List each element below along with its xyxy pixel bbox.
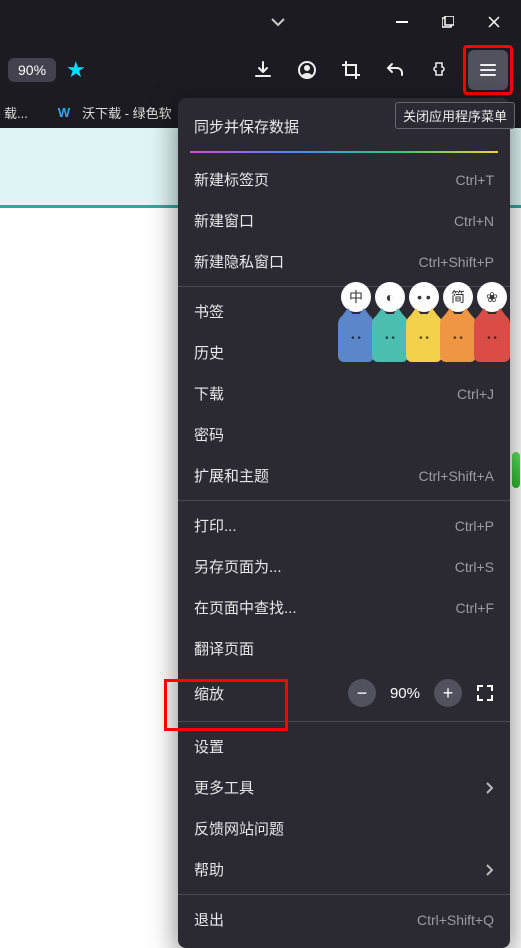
download-icon — [253, 60, 273, 80]
zoom-in-button[interactable]: + — [434, 679, 462, 707]
app-menu-button-highlight — [463, 45, 513, 95]
ime-cat[interactable]: 简• • — [439, 282, 477, 362]
chevron-right-icon — [484, 863, 494, 877]
zoom-value: 90% — [390, 685, 420, 702]
minimize-button[interactable] — [379, 0, 425, 44]
menu-shortcut: Ctrl+Shift+A — [419, 468, 494, 484]
tabs-dropdown-button[interactable] — [260, 4, 296, 40]
menu-save-as[interactable]: 另存页面为... Ctrl+S — [178, 546, 510, 587]
extensions-button[interactable] — [419, 50, 459, 90]
menu-shortcut: Ctrl+Shift+Q — [417, 912, 494, 928]
app-menu-button[interactable] — [468, 50, 508, 90]
menu-label: 设置 — [194, 736, 224, 757]
zoom-out-button[interactable]: − — [348, 679, 376, 707]
menu-shortcut: Ctrl+J — [457, 386, 494, 402]
menu-shortcut: Ctrl+T — [456, 172, 495, 188]
account-button[interactable] — [287, 50, 327, 90]
menu-label: 打印... — [194, 515, 237, 536]
menu-shortcut: Ctrl+P — [455, 518, 494, 534]
fullscreen-icon — [476, 684, 494, 702]
menu-label: 帮助 — [194, 859, 224, 880]
chevron-down-icon — [270, 14, 286, 30]
account-icon — [297, 60, 317, 80]
menu-new-tab[interactable]: 新建标签页 Ctrl+T — [178, 159, 510, 200]
menu-more-tools[interactable]: 更多工具 — [178, 767, 510, 808]
menu-label: 缩放 — [194, 683, 334, 704]
ime-cat[interactable]: • •• • — [405, 282, 443, 362]
fullscreen-button[interactable] — [476, 684, 494, 702]
menu-downloads[interactable]: 下载 Ctrl+J — [178, 373, 510, 414]
bookmark-star-icon[interactable]: ★ — [66, 57, 86, 83]
chevron-right-icon — [484, 781, 494, 795]
close-button[interactable] — [471, 0, 517, 44]
menu-shortcut: Ctrl+S — [455, 559, 494, 575]
ime-mascot-overlay: 中• • ◐• • • •• • 简• • ❀• • — [341, 282, 511, 362]
menu-find[interactable]: 在页面中查找... Ctrl+F — [178, 587, 510, 628]
menu-translate[interactable]: 翻译页面 — [178, 628, 510, 669]
ime-cat[interactable]: 中• • — [337, 282, 375, 362]
screenshot-button[interactable] — [331, 50, 371, 90]
menu-label: 扩展和主题 — [194, 465, 269, 486]
menu-report[interactable]: 反馈网站问题 — [178, 808, 510, 849]
bookmark-favicon: W — [58, 105, 70, 120]
menu-separator — [178, 500, 510, 501]
menu-passwords[interactable]: 密码 — [178, 414, 510, 455]
zoom-indicator[interactable]: 90% — [8, 58, 56, 82]
gradient-separator — [190, 151, 498, 153]
menu-label: 退出 — [194, 909, 224, 930]
menu-separator — [178, 721, 510, 722]
hamburger-icon — [479, 61, 497, 79]
close-icon — [488, 16, 500, 28]
maximize-icon — [442, 16, 454, 28]
crop-icon — [341, 60, 361, 80]
menu-label: 同步并保存数据 — [194, 116, 299, 137]
menu-print[interactable]: 打印... Ctrl+P — [178, 505, 510, 546]
downloads-button[interactable] — [243, 50, 283, 90]
menu-separator — [178, 894, 510, 895]
menu-label: 另存页面为... — [194, 556, 282, 577]
titlebar — [0, 0, 521, 44]
menu-shortcut: Ctrl+F — [456, 600, 495, 616]
minimize-icon — [396, 16, 408, 28]
toolbar: 90% ★ — [0, 44, 521, 96]
ime-cat[interactable]: ❀• • — [473, 282, 511, 362]
menu-zoom: 缩放 − 90% + — [178, 669, 510, 717]
bookmark-item[interactable]: 沃下载 - 绿色软 — [82, 103, 172, 122]
maximize-button[interactable] — [425, 0, 471, 44]
menu-shortcut: Ctrl+N — [454, 213, 494, 229]
undo-icon — [385, 60, 405, 80]
menu-new-window[interactable]: 新建窗口 Ctrl+N — [178, 200, 510, 241]
menu-label: 新建窗口 — [194, 210, 254, 231]
undo-button[interactable] — [375, 50, 415, 90]
menu-label: 更多工具 — [194, 777, 254, 798]
app-menu: 同步并保存数据 新建标签页 Ctrl+T 新建窗口 Ctrl+N 新建隐私窗口 … — [178, 98, 510, 948]
menu-label: 书签 — [194, 301, 224, 322]
menu-label: 翻译页面 — [194, 638, 254, 659]
bookmark-item[interactable]: 载... — [4, 103, 28, 122]
menu-new-private[interactable]: 新建隐私窗口 Ctrl+Shift+P — [178, 241, 510, 282]
menu-settings[interactable]: 设置 — [178, 726, 510, 767]
menu-addons[interactable]: 扩展和主题 Ctrl+Shift+A — [178, 455, 510, 496]
menu-label: 下载 — [194, 383, 224, 404]
menu-shortcut: Ctrl+Shift+P — [419, 254, 494, 270]
ime-cat[interactable]: ◐• • — [371, 282, 409, 362]
menu-help[interactable]: 帮助 — [178, 849, 510, 890]
scroll-indicator[interactable] — [512, 452, 520, 488]
menu-label: 密码 — [194, 424, 224, 445]
menu-label: 反馈网站问题 — [194, 818, 284, 839]
app-menu-tooltip: 关闭应用程序菜单 — [395, 102, 515, 129]
menu-label: 新建隐私窗口 — [194, 251, 284, 272]
menu-label: 在页面中查找... — [194, 597, 297, 618]
menu-label: 历史 — [194, 342, 224, 363]
puzzle-icon — [429, 60, 449, 80]
menu-label: 新建标签页 — [194, 169, 269, 190]
